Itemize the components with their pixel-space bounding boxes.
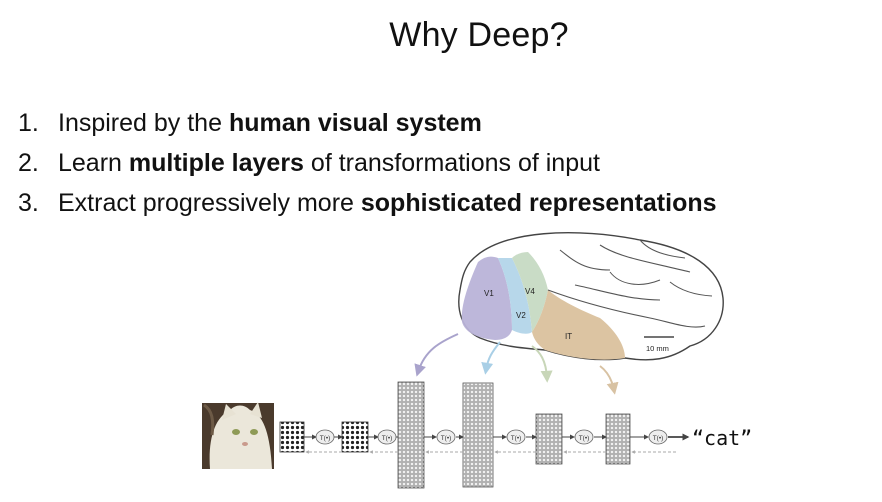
output-label: “cat” <box>692 426 752 450</box>
hidden-layer <box>535 413 563 465</box>
cat-image <box>202 402 274 469</box>
scale-bar-label: 10 mm <box>646 344 669 353</box>
hidden-layer <box>397 381 425 489</box>
hidden-layer <box>462 382 494 488</box>
it-arrow <box>599 365 619 395</box>
it-label: IT <box>565 332 572 341</box>
hidden-layer <box>341 421 369 453</box>
input-layer <box>279 421 305 453</box>
v4-arrow <box>531 345 553 383</box>
v2-label: V2 <box>516 311 526 320</box>
transform-node: T(•) <box>436 429 456 445</box>
transform-node: T(•) <box>377 429 397 445</box>
v1-label: V1 <box>484 289 494 298</box>
transform-node: T(•) <box>315 429 335 445</box>
brain-illustration: V1 V2 V4 IT 10 mm <box>458 232 724 361</box>
svg-text:T(•): T(•) <box>653 435 664 442</box>
v1-arrow <box>414 333 459 377</box>
transform-node: T(•) <box>574 429 594 445</box>
slide: Why Deep? 1. Inspired by the human visual… <box>0 0 882 502</box>
svg-text:T(•): T(•) <box>441 435 452 442</box>
svg-text:T(•): T(•) <box>320 435 331 442</box>
transform-node: T(•) <box>648 429 668 445</box>
network-pipeline: T(•) T(•) T(•) T(•) T(•) T(•) “cat” <box>279 381 752 489</box>
svg-text:T(•): T(•) <box>511 435 522 442</box>
v4-label: V4 <box>525 287 535 296</box>
svg-text:T(•): T(•) <box>382 435 393 442</box>
visual-hierarchy-figure: V1 V2 V4 IT 10 mm T(•) T(•) T(•) T(•) T(… <box>202 232 752 489</box>
svg-text:T(•): T(•) <box>579 435 590 442</box>
hidden-layer <box>605 413 631 465</box>
v2-arrow <box>481 341 501 375</box>
transform-node: T(•) <box>506 429 526 445</box>
